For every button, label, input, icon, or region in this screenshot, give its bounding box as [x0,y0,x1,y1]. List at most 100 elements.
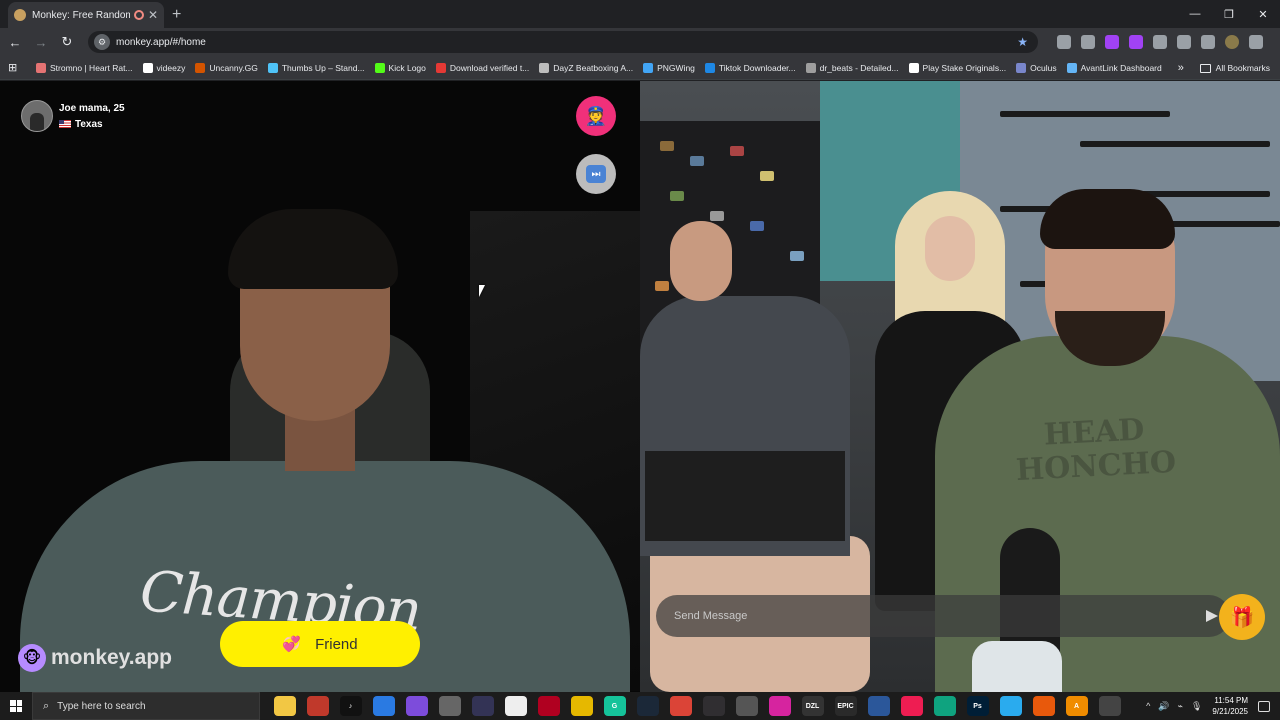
bookmark-item[interactable]: dr_beats - Detailed... [805,62,899,73]
bookmark-item[interactable]: DayZ Beatboxing A... [539,62,633,73]
taskbar-instagram-icon[interactable] [768,696,791,716]
taskbar-search-box[interactable]: ⌕ Type here to search [32,692,260,720]
taskbar-grammarly-icon[interactable]: G [603,696,626,716]
bookmark-item[interactable]: Oculus [1016,62,1057,73]
site-info-icon[interactable]: ⚙ [94,34,110,50]
gift-button[interactable]: 🎁 [1219,594,1265,640]
forward-arrow-icon[interactable]: → [30,31,52,53]
system-tray: ^ 🔊 ⌁ 🎙 11:54 PM 9/21/2025 [1142,692,1280,720]
extension-ai-icon[interactable] [1129,35,1143,49]
taskbar-app-gray-icon[interactable] [438,696,461,716]
more-bookmarks-chevron-icon[interactable]: » [1178,62,1184,74]
bookmark-item[interactable]: Download verified t... [435,62,529,73]
taskbar-obs-icon[interactable] [702,696,725,716]
taskbar-app-dark-icon[interactable] [471,696,494,716]
extension-diamond-icon[interactable] [1081,35,1095,49]
tab-close-icon[interactable]: ✕ [148,8,158,22]
bookmark-favicon-icon [142,62,153,73]
bookmark-label: Play Stake Originals... [922,62,1007,73]
location-label: Texas [75,118,103,130]
bookmark-item[interactable]: Play Stake Originals... [908,62,1007,73]
bookmark-list: Stromno | Heart Rat... videezy Uncanny.GG T… [36,62,1172,73]
bookmark-label: PNGWing [657,62,695,73]
taskbar-file-explorer-icon[interactable] [273,696,296,716]
bookmark-label: Thumbs Up – Stand... [281,62,365,73]
taskbar-clock[interactable]: 11:54 PM 9/21/2025 [1212,695,1248,717]
monkey-face-icon: 🐵 [18,644,46,672]
extension-icon[interactable] [1057,35,1071,49]
taskbar-app-orange-icon[interactable] [1032,696,1055,716]
clock-date: 9/21/2025 [1212,707,1248,716]
bookmark-item[interactable]: Stromno | Heart Rat... [36,62,133,73]
microphone-icon[interactable]: 🎙 [1191,701,1202,712]
reading-list-icon[interactable] [1201,35,1215,49]
bookmark-item[interactable]: Uncanny.GG [195,62,258,73]
taskbar-app-yellow-icon[interactable] [570,696,593,716]
bookmark-item[interactable]: Thumbs Up – Stand... [267,62,365,73]
bookmark-favicon-icon [267,62,278,73]
taskbar-app-circle-icon[interactable] [735,696,758,716]
back-arrow-icon[interactable]: ← [4,31,26,53]
chat-message-box[interactable] [656,595,1230,637]
stranger-name-age: Joe mama, 25 [59,102,125,114]
reload-icon[interactable]: ↻ [56,31,78,53]
report-police-button[interactable]: 👮 [576,96,616,136]
stranger-location: Texas [59,119,125,130]
extension-purple-icon[interactable] [1105,35,1119,49]
taskbar-app-red-icon[interactable] [306,696,329,716]
volume-icon[interactable]: 🔊 [1158,701,1169,712]
address-bar[interactable]: ⚙ monkey.app/#/home ★ [88,31,1038,53]
bookmark-star-icon[interactable]: ★ [1017,35,1028,49]
restore-button[interactable]: ❐ [1212,0,1246,28]
url-text[interactable]: monkey.app/#/home [116,37,1017,48]
all-bookmarks-button[interactable]: All Bookmarks [1199,56,1270,80]
browser-menu-icon[interactable] [1249,35,1263,49]
send-message-input[interactable] [674,610,1206,622]
stranger-avatar[interactable] [21,100,53,132]
send-arrow-icon[interactable] [1206,610,1218,622]
minimize-button[interactable]: — [1178,0,1212,28]
taskbar-edge-icon[interactable] [933,696,956,716]
bookmark-item[interactable]: PNGWing [643,62,695,73]
taskbar-notepad-icon[interactable] [504,696,527,716]
side-panel-icon[interactable] [1177,35,1191,49]
add-friend-button[interactable]: 💞 Friend [220,621,420,667]
taskbar-app-blue-icon[interactable] [372,696,395,716]
taskbar-app-pill-icon[interactable] [1098,696,1121,716]
person-shorts [645,451,845,541]
show-hidden-icons-chevron-icon[interactable]: ^ [1146,701,1150,711]
windows-start-button[interactable] [0,692,32,720]
extensions-puzzle-icon[interactable] [1153,35,1167,49]
bookmark-item[interactable]: AvantLink Dashboard [1066,62,1162,73]
taskbar-app-crimson-icon[interactable] [537,696,560,716]
new-tab-button[interactable]: + [172,2,181,28]
taskbar-photoshop-icon[interactable]: Ps [966,696,989,716]
search-icon: ⌕ [43,699,50,712]
taskbar-dzl-icon[interactable]: DZL [801,696,824,716]
skip-next-button[interactable]: ⏭ [576,154,616,194]
taskbar-steam-icon[interactable] [636,696,659,716]
usb-icon[interactable]: ⌁ [1178,701,1183,712]
profile-avatar-icon[interactable] [1225,35,1239,49]
browser-tab-active[interactable]: Monkey: Free Random Vide ✕ [8,2,164,28]
taskbar-app-window-icon[interactable] [867,696,890,716]
windows-taskbar: ⌕ Type here to search ♪ G DZL EPIC Ps A ^ 🔊 ⌁… [0,692,1280,720]
bookmark-item[interactable]: Kick Logo [374,62,426,73]
taskbar-chrome-icon[interactable] [669,696,692,716]
notifications-icon[interactable] [1258,700,1270,712]
taskbar-telegram-icon[interactable] [999,696,1022,716]
person-face [925,216,975,281]
stranger-profile[interactable]: Joe mama, 25 Texas [21,100,125,132]
bookmark-item[interactable]: Tiktok Downloader... [704,62,796,73]
bookmark-label: Uncanny.GG [209,62,258,73]
taskbar-tiktok-icon[interactable]: ♪ [339,696,362,716]
apps-grid-icon[interactable]: ⊞ [8,61,22,74]
police-officer-icon: 👮 [584,105,608,126]
taskbar-tiktok-live-icon[interactable] [900,696,923,716]
bookmark-favicon-icon [1066,62,1077,73]
taskbar-epic-icon[interactable]: EPIC [834,696,857,716]
close-window-button[interactable]: ✕ [1246,0,1280,28]
bookmark-item[interactable]: videezy [142,62,185,73]
taskbar-app-purple-icon[interactable] [405,696,428,716]
taskbar-app-a-icon[interactable]: A [1065,696,1088,716]
